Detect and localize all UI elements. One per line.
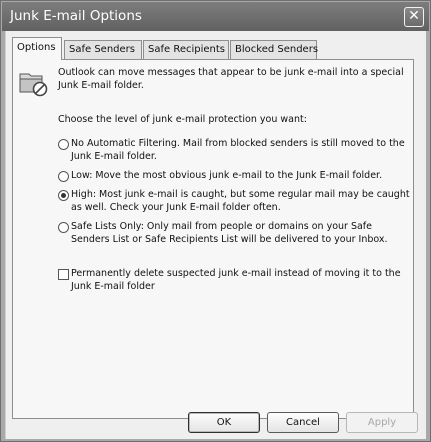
apply-button[interactable]: Apply xyxy=(346,412,418,433)
options-panel: Outlook can move messages that appear to… xyxy=(12,59,414,419)
radio-button[interactable] xyxy=(58,222,69,233)
title-bar[interactable]: Junk E-mail Options ✕ xyxy=(2,2,429,31)
tab-blocked-senders[interactable]: Blocked Senders xyxy=(230,40,318,59)
radio-no-automatic-filtering[interactable]: No Automatic Filtering. Mail from blocke… xyxy=(58,138,408,164)
radio-label: No Automatic Filtering. Mail from blocke… xyxy=(71,138,405,162)
junk-folder-icon xyxy=(19,73,48,97)
intro-text: Outlook can move messages that appear to… xyxy=(58,67,404,91)
tab-safe-recipients[interactable]: Safe Recipients xyxy=(143,40,229,59)
radio-label: High: Most junk e-mail is caught, but so… xyxy=(71,189,410,213)
radio-low[interactable]: Low: Move the most obvious junk e-mail t… xyxy=(58,170,408,184)
radio-high[interactable]: High: Most junk e-mail is caught, but so… xyxy=(58,189,410,215)
checkbox-label: Permanently delete suspected junk e-mail… xyxy=(71,268,401,292)
radio-label: Low: Move the most obvious junk e-mail t… xyxy=(71,170,383,181)
protection-level-heading: Choose the level of junk e-mail protecti… xyxy=(58,114,307,125)
radio-button[interactable] xyxy=(58,171,69,182)
dialog-client-area: Options Safe Senders Safe Recipients Blo… xyxy=(5,31,426,439)
permanently-delete-option[interactable]: Permanently delete suspected junk e-mail… xyxy=(58,268,408,294)
ok-button[interactable]: OK xyxy=(188,412,260,433)
radio-button[interactable] xyxy=(58,190,69,201)
window-title: Junk E-mail Options xyxy=(10,8,142,24)
close-button[interactable]: ✕ xyxy=(404,7,424,27)
close-icon: ✕ xyxy=(408,8,420,24)
permanently-delete-checkbox[interactable] xyxy=(58,269,69,280)
radio-label: Safe Lists Only: Only mail from people o… xyxy=(71,221,388,245)
radio-button[interactable] xyxy=(58,139,69,150)
radio-safe-lists-only[interactable]: Safe Lists Only: Only mail from people o… xyxy=(58,221,408,247)
tab-options[interactable]: Options xyxy=(12,37,62,60)
cancel-button[interactable]: Cancel xyxy=(267,412,339,433)
junk-email-options-dialog: Junk E-mail Options ✕ Options Safe Sende… xyxy=(0,0,431,442)
tab-safe-senders[interactable]: Safe Senders xyxy=(64,40,142,59)
